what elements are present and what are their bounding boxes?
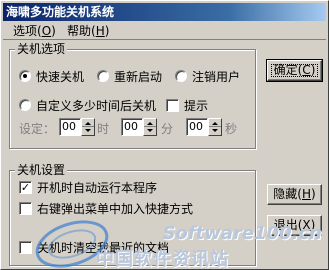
radio-restart[interactable] xyxy=(97,70,109,82)
spin-down-icon xyxy=(85,129,91,132)
prompt-checkbox[interactable] xyxy=(166,99,179,112)
spin-up-icon xyxy=(212,122,218,125)
minutes-spinner[interactable] xyxy=(143,118,157,136)
set-label: 设定： xyxy=(19,122,56,136)
shutdown-settings-title: 关机设置 xyxy=(15,163,68,177)
confirm-button[interactable]: 确定(C) xyxy=(266,59,323,82)
seconds-spinner[interactable] xyxy=(208,118,222,136)
radio-quick-shutdown[interactable] xyxy=(19,70,31,82)
radio-logoff-label: 注销用户 xyxy=(192,70,241,84)
menu-options[interactable]: 选项(O) xyxy=(11,23,58,39)
radio-custom-timer-label: 自定义多少时间后关机 xyxy=(36,99,157,113)
minutes-unit: 分 xyxy=(161,122,174,136)
spin-down-icon xyxy=(147,129,153,132)
spin-down-icon xyxy=(212,129,218,132)
hide-accel: H xyxy=(301,187,312,201)
app-window: 海啸多功能关机系统 选项(O) 帮助(H) 关机选项 快速关机 重新启动 注销用… xyxy=(0,0,329,270)
radio-logoff[interactable] xyxy=(175,70,187,82)
check-mark-icon: ✓ xyxy=(20,181,31,194)
seconds-input[interactable]: 00 xyxy=(186,118,208,136)
watermark-cn-text: 中国软件资讯站 xyxy=(96,249,229,270)
shutdown-options-title: 关机选项 xyxy=(15,42,68,56)
menu-help-accel: H xyxy=(95,24,105,38)
window-title: 海啸多功能关机系统 xyxy=(6,5,115,19)
title-bar[interactable]: 海啸多功能关机系统 xyxy=(3,3,326,21)
spin-up-icon xyxy=(85,122,91,125)
hours-spinner[interactable] xyxy=(81,118,95,136)
hide-button[interactable]: 隐藏(H) xyxy=(267,184,322,205)
minutes-input[interactable]: 00 xyxy=(121,118,143,136)
seconds-unit: 秒 xyxy=(225,122,238,136)
hours-unit: 时 xyxy=(97,122,110,136)
menu-help[interactable]: 帮助(H) xyxy=(65,23,111,39)
context-menu-checkbox[interactable] xyxy=(19,202,32,215)
prompt-checkbox-label: 提示 xyxy=(184,99,209,113)
menu-bar: 选项(O) 帮助(H) xyxy=(3,22,326,40)
radio-custom-timer[interactable] xyxy=(19,99,31,111)
radio-restart-label: 重新启动 xyxy=(114,70,163,84)
spin-up-icon xyxy=(147,122,153,125)
menu-options-accel: O xyxy=(41,24,52,38)
autorun-checkbox[interactable]: ✓ xyxy=(19,181,32,194)
context-menu-checkbox-label: 右键弹出菜单中加入快捷方式 xyxy=(37,202,194,216)
hours-input[interactable]: 00 xyxy=(59,118,81,136)
autorun-checkbox-label: 开机时自动运行本程序 xyxy=(37,181,158,195)
watermark-brand-text: Software100.cn xyxy=(162,223,322,244)
radio-quick-shutdown-label: 快速关机 xyxy=(36,70,85,84)
radio-selected-dot xyxy=(23,74,27,78)
clear-recent-docs-checkbox[interactable] xyxy=(19,241,32,254)
